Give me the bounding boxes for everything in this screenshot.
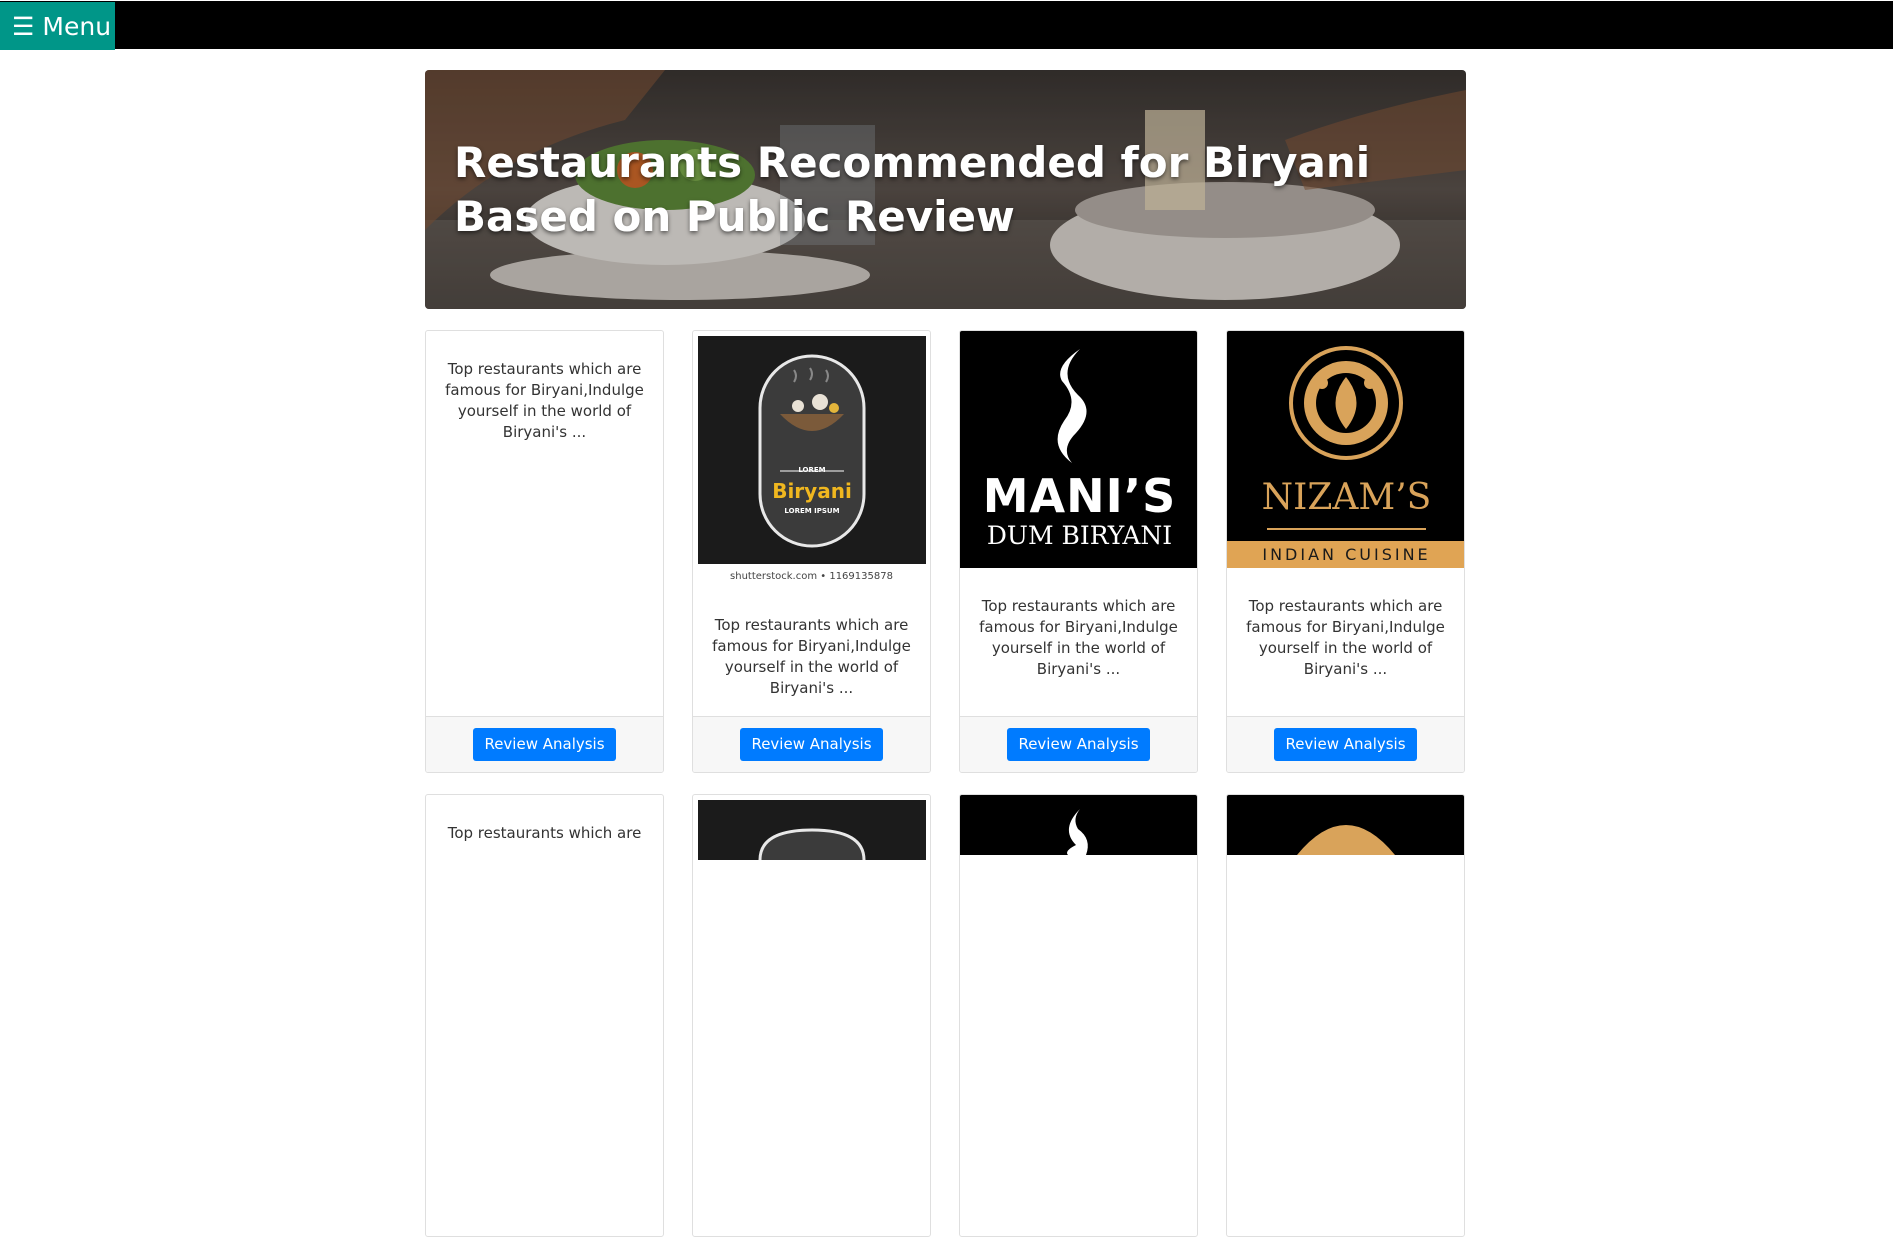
restaurant-card: Top restaurants which are famous for Bir… <box>425 330 664 773</box>
restaurant-card <box>959 794 1198 1237</box>
top-navbar: ☰ Menu <box>0 0 1893 50</box>
menu-button[interactable]: ☰ Menu <box>0 2 115 50</box>
card-description: Top restaurants which are famous for Bir… <box>712 616 911 697</box>
card-description: Top restaurants which are famous for Bir… <box>445 360 644 441</box>
review-analysis-button[interactable]: Review Analysis <box>1007 728 1150 761</box>
restaurant-card: MANI’S DUM BIRYANI Top restaurants which… <box>959 330 1198 773</box>
card-footer: Review Analysis <box>960 716 1197 772</box>
restaurant-card <box>1226 794 1465 1237</box>
restaurant-card: Top restaurants which are <box>425 794 664 1237</box>
restaurant-card <box>692 794 931 1237</box>
restaurant-card: NIZAM’S INDIAN CUISINE Top restaurants w… <box>1226 330 1465 773</box>
card-description: Top restaurants which are famous for Bir… <box>979 597 1178 678</box>
card-description: Top restaurants which are <box>447 824 642 842</box>
review-analysis-button[interactable]: Review Analysis <box>1274 728 1417 761</box>
manis-logo-image <box>960 795 1197 855</box>
flame-icon <box>1067 809 1088 855</box>
ornament-icon <box>1297 825 1395 855</box>
flame-icon <box>1057 349 1087 463</box>
nizams-logo-image: NIZAM’S INDIAN CUISINE <box>1227 331 1464 568</box>
review-analysis-button[interactable]: Review Analysis <box>473 728 616 761</box>
menu-label: Menu <box>42 11 112 41</box>
manis-logo-image: MANI’S DUM BIRYANI <box>960 331 1197 568</box>
card-footer: Review Analysis <box>1227 716 1464 772</box>
page-title: Restaurants Recommended for Biryani Base… <box>454 138 1371 241</box>
nizams-logo-image <box>1227 795 1464 855</box>
biryani-logo-image <box>698 800 926 861</box>
card-footer: Review Analysis <box>426 716 663 772</box>
card-description: Top restaurants which are famous for Bir… <box>1246 597 1445 678</box>
biryani-logo-image: LOREM Biryani LOREM IPSUM <box>698 336 926 564</box>
logo-name: Biryani <box>772 479 852 503</box>
logo-subtitle: DUM BIRYANI <box>986 521 1173 550</box>
restaurant-card: LOREM Biryani LOREM IPSUM shutterstock.c… <box>692 330 931 773</box>
logo-top-text: LOREM <box>798 466 826 474</box>
ornament-icon <box>1227 346 1464 568</box>
card-footer: Review Analysis <box>693 716 930 772</box>
review-analysis-button[interactable]: Review Analysis <box>740 728 883 761</box>
image-caption: shutterstock.com • 1169135878 <box>730 571 893 582</box>
logo-title: NIZAM’S <box>1261 477 1432 518</box>
hero-banner: Restaurants Recommended for Biryani Base… <box>425 70 1466 309</box>
logo-subtitle: LOREM IPSUM <box>784 507 840 515</box>
hamburger-icon: ☰ <box>12 11 35 41</box>
logo-title: MANI’S <box>982 469 1177 523</box>
logo-banner: INDIAN CUISINE <box>1262 545 1431 564</box>
